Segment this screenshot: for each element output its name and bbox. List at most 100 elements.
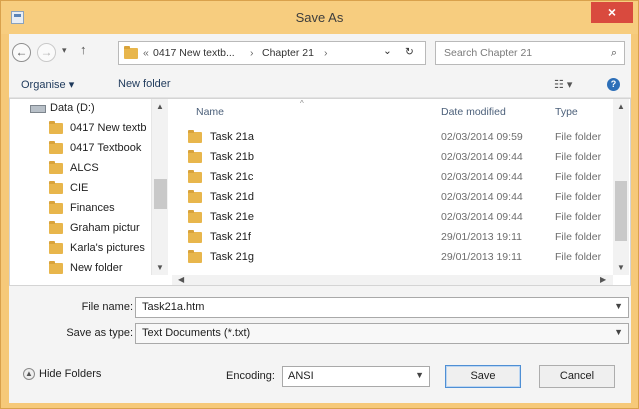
command-bar: Organise ▾ New folder ☷ ▾ ? [9, 70, 631, 98]
chevron-down-icon[interactable]: ▼ [614, 327, 623, 337]
tree-item-drive[interactable]: Data (D:) [10, 99, 150, 119]
save-as-dialog: Save As × ← → ▾ ↑ « 0417 New textb... › … [0, 0, 639, 409]
chevron-down-icon[interactable]: ▼ [614, 301, 623, 311]
help-icon[interactable]: ? [607, 78, 620, 91]
hide-folders-label: Hide Folders [39, 368, 102, 380]
address-dropdown-icon[interactable]: ⌄ [383, 45, 392, 57]
list-item-type: File folder [555, 211, 602, 223]
scroll-down-icon[interactable]: ▼ [617, 263, 625, 272]
tree-item-label: 0417 New textb [70, 122, 147, 134]
tree-item-folder[interactable]: New folder [10, 258, 150, 275]
breadcrumb-separator[interactable]: › [324, 47, 328, 59]
folder-icon [49, 121, 63, 134]
tree-scroll-thumb[interactable] [154, 179, 167, 209]
list-item[interactable]: Task 21c 02/03/2014 09:44 File folder [172, 167, 612, 187]
list-item-type: File folder [555, 151, 602, 163]
drive-icon [30, 105, 46, 113]
list-item-type: File folder [555, 191, 602, 203]
address-bar[interactable]: « 0417 New textb... › Chapter 21 › ⌄ ↻ [118, 41, 426, 65]
list-item[interactable]: Task 21f 29/01/2013 19:11 File folder [172, 227, 612, 247]
breadcrumb-item-chapter[interactable]: Chapter 21 [262, 47, 314, 59]
list-item[interactable]: Task 21e 02/03/2014 09:44 File folder [172, 207, 612, 227]
folder-icon [49, 261, 63, 274]
folder-icon [188, 250, 202, 263]
refresh-icon[interactable]: ↻ [405, 46, 414, 58]
search-icon[interactable]: ⌕ [611, 47, 617, 60]
folder-icon [188, 130, 202, 143]
close-icon[interactable]: × [591, 2, 633, 23]
list-scrollbar[interactable]: ▲ ▼ [613, 99, 629, 275]
sort-indicator-icon: ^ [300, 99, 304, 108]
back-icon[interactable]: ← [12, 43, 31, 62]
scroll-left-icon[interactable]: ◀ [178, 275, 184, 284]
filename-field[interactable]: Task21a.htm ▼ [135, 297, 629, 318]
list-item-type: File folder [555, 231, 602, 243]
tree-bottom-strip [10, 275, 170, 285]
list-item-date: 02/03/2014 09:44 [441, 211, 523, 223]
encoding-select[interactable]: ANSI ▼ [282, 366, 430, 387]
list-item-name: Task 21e [210, 211, 255, 223]
list-scroll-thumb[interactable] [615, 181, 627, 241]
folder-icon [124, 46, 138, 59]
folder-icon [49, 161, 63, 174]
list-item-date: 02/03/2014 09:44 [441, 191, 523, 203]
new-folder-button[interactable]: New folder [118, 78, 171, 90]
tree-item-folder[interactable]: Karla's pictures [10, 238, 150, 258]
search-input[interactable]: Search Chapter 21 ⌕ [435, 41, 625, 65]
breadcrumb-overflow[interactable]: « [143, 47, 149, 59]
folder-icon [49, 201, 63, 214]
list-item-date: 02/03/2014 09:59 [441, 131, 523, 143]
tree-item-folder[interactable]: ALCS [10, 158, 150, 178]
list-item[interactable]: Task 21b 02/03/2014 09:44 File folder [172, 147, 612, 167]
list-item-type: File folder [555, 131, 602, 143]
save-button[interactable]: Save [445, 365, 521, 388]
folder-icon [49, 241, 63, 254]
search-placeholder: Search Chapter 21 [444, 47, 533, 59]
column-header-name[interactable]: Name [196, 106, 224, 118]
list-horizontal-scrollbar[interactable]: ◀ ▶ [172, 275, 613, 285]
up-icon[interactable]: ↑ [80, 42, 87, 57]
chevron-down-icon[interactable]: ▼ [415, 370, 424, 380]
column-header-date[interactable]: Date modified [441, 106, 506, 118]
scroll-up-icon[interactable]: ▲ [617, 102, 625, 111]
list-item[interactable]: Task 21d 02/03/2014 09:44 File folder [172, 187, 612, 207]
breadcrumb-item-textbook[interactable]: 0417 New textb... [153, 47, 235, 59]
folder-icon [188, 190, 202, 203]
hide-folders-button[interactable]: ▲ Hide Folders [23, 368, 102, 381]
tree-item-label: 0417 Textbook [70, 142, 142, 154]
collapse-icon: ▲ [23, 368, 35, 381]
view-icon[interactable]: ☷ ▾ [554, 78, 572, 91]
savetype-label: Save as type: [66, 327, 133, 339]
list-item[interactable]: Task 21a 02/03/2014 09:59 File folder [172, 127, 612, 147]
list-item-date: 29/01/2013 19:11 [441, 231, 522, 243]
list-item-date: 02/03/2014 09:44 [441, 171, 523, 183]
tree-item-folder[interactable]: 0417 New textb [10, 118, 150, 138]
tree-item-label: ALCS [70, 162, 99, 174]
tree-item-folder[interactable]: CIE [10, 178, 150, 198]
scroll-down-icon[interactable]: ▼ [156, 263, 164, 272]
file-list: ^ Name Date modified Type Task 21a 02/03/… [172, 99, 630, 285]
list-item-name: Task 21g [210, 251, 255, 263]
tree-scrollbar[interactable]: ▲ ▼ [151, 99, 168, 275]
list-item-date: 29/01/2013 19:11 [441, 251, 522, 263]
cancel-button[interactable]: Cancel [539, 365, 615, 388]
tree-item-folder[interactable]: 0417 Textbook [10, 138, 150, 158]
folder-icon [188, 210, 202, 223]
scroll-up-icon[interactable]: ▲ [156, 102, 164, 111]
scroll-right-icon[interactable]: ▶ [600, 275, 606, 284]
forward-icon[interactable]: → [37, 43, 56, 62]
organise-button[interactable]: Organise ▾ [21, 78, 74, 91]
tree-item-label: Finances [70, 202, 115, 214]
tree-item-folder[interactable]: Graham pictur [10, 218, 150, 238]
browser-panes: Data (D:) 0417 New textb 0417 Textbook A… [9, 98, 631, 286]
savetype-select[interactable]: Text Documents (*.txt) ▼ [135, 323, 629, 344]
dialog-client: ← → ▾ ↑ « 0417 New textb... › Chapter 21… [9, 34, 631, 403]
list-item[interactable]: Task 21g 29/01/2013 19:11 File folder [172, 247, 612, 267]
tree-item-folder[interactable]: Finances [10, 198, 150, 218]
recent-locations-icon[interactable]: ▾ [62, 45, 67, 56]
list-item-type: File folder [555, 171, 602, 183]
folder-icon [188, 230, 202, 243]
folder-icon [49, 141, 63, 154]
folder-icon [188, 170, 202, 183]
column-header-type[interactable]: Type [555, 106, 578, 118]
